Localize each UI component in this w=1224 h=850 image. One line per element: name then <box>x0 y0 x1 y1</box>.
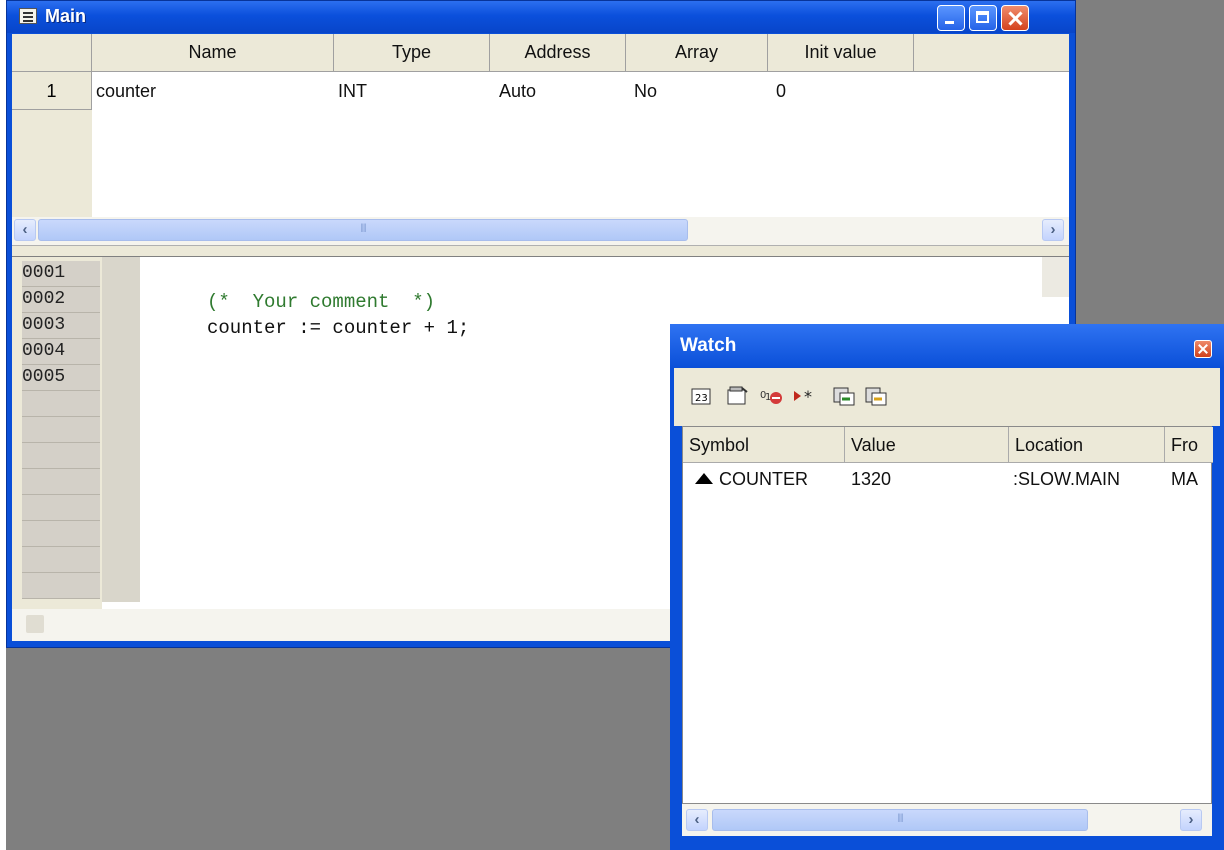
maximize-icon[interactable] <box>969 5 997 31</box>
breakpoint-column[interactable] <box>102 257 140 602</box>
window-icon <box>19 8 37 24</box>
column-header-init-value[interactable]: Init value <box>768 34 914 71</box>
column-header-empty <box>914 34 1069 71</box>
watch-title: Watch <box>680 335 737 356</box>
import-icon[interactable] <box>864 386 888 408</box>
column-header-address[interactable]: Address <box>490 34 626 71</box>
column-header-value[interactable]: Value <box>845 427 1009 462</box>
grid-header: Name Type Address Array Init value <box>12 34 1069 72</box>
cell-array[interactable]: No <box>630 72 657 110</box>
watch-symbol: COUNTER <box>719 469 808 489</box>
column-header-type[interactable]: Type <box>334 34 490 71</box>
column-header-symbol[interactable]: Symbol <box>683 427 845 462</box>
table-row[interactable]: 1 counter INT Auto No 0 <box>12 72 1069 110</box>
line-number: 0005 <box>22 365 100 391</box>
line-number-empty <box>22 417 100 443</box>
remove-watch-icon[interactable]: 01 <box>760 386 784 408</box>
splitter[interactable] <box>12 245 1069 257</box>
watch-location: :SLOW.MAIN <box>1013 469 1121 489</box>
watch-titlebar[interactable]: Watch <box>670 324 1224 368</box>
expand-triangle-icon[interactable] <box>695 473 713 484</box>
line-number-empty <box>22 391 100 417</box>
close-icon[interactable] <box>1194 340 1212 358</box>
main-title: Main <box>45 6 87 26</box>
properties-icon[interactable] <box>726 386 750 408</box>
column-header-location[interactable]: Location <box>1009 427 1165 462</box>
column-header-name[interactable]: Name <box>92 34 334 71</box>
variable-grid: Name Type Address Array Init value 1 cou… <box>12 34 1069 250</box>
scroll-left-icon[interactable] <box>26 615 44 633</box>
scroll-left-icon[interactable]: ‹ <box>14 219 36 241</box>
close-icon[interactable] <box>1001 5 1029 31</box>
line-number-empty <box>22 443 100 469</box>
grid-horizontal-scrollbar[interactable]: ‹ › <box>12 217 1069 245</box>
scroll-right-icon[interactable]: › <box>1180 809 1202 831</box>
line-number: 0001 <box>22 261 100 287</box>
column-header-array[interactable]: Array <box>626 34 768 71</box>
line-number-empty <box>22 469 100 495</box>
watch-list-header: Symbol Value Location Fro <box>683 427 1213 463</box>
cell-name[interactable]: counter <box>92 72 156 110</box>
minimize-icon[interactable] <box>937 5 965 31</box>
line-number-empty <box>22 573 100 599</box>
list-item[interactable]: COUNTER 1320 :SLOW.MAIN MA <box>683 463 1213 495</box>
line-number: 0002 <box>22 287 100 313</box>
column-header-from[interactable]: Fro <box>1165 427 1213 462</box>
cell-type[interactable]: INT <box>334 72 367 110</box>
scroll-left-icon[interactable]: ‹ <box>686 809 708 831</box>
scrollbar-thumb[interactable] <box>712 809 1088 831</box>
row-number[interactable]: 1 <box>12 72 92 110</box>
svg-text:*: * <box>804 387 812 406</box>
code-statement-line[interactable]: counter := counter + 1; <box>207 317 469 339</box>
scrollbar-thumb[interactable] <box>38 219 688 241</box>
editor-gutter: 0001 0002 0003 0004 0005 <box>12 257 102 609</box>
grid-corner <box>12 34 92 71</box>
editor-vertical-scrollbar[interactable] <box>1042 257 1069 297</box>
line-number-empty <box>22 521 100 547</box>
watch-window: Watch 23 01 * Symbol Value Location Fro <box>670 324 1224 850</box>
line-number: 0004 <box>22 339 100 365</box>
watch-value: 1320 <box>851 469 892 489</box>
goto-icon[interactable]: * <box>792 386 816 408</box>
main-titlebar[interactable]: Main <box>7 1 1075 33</box>
watch-toolbar: 23 01 * <box>674 368 1220 426</box>
export-icon[interactable] <box>832 386 856 408</box>
watch-add-icon[interactable]: 23 <box>690 386 714 408</box>
watch-list[interactable]: Symbol Value Location Fro COUNTER 1320 :… <box>682 426 1213 804</box>
line-number-empty <box>22 495 100 521</box>
cell-init-value[interactable]: 0 <box>772 72 786 110</box>
code-comment-line[interactable]: (* Your comment *) <box>207 291 435 313</box>
svg-text:23: 23 <box>695 393 708 404</box>
scroll-right-icon[interactable]: › <box>1042 219 1064 241</box>
line-number: 0003 <box>22 313 100 339</box>
line-number-empty <box>22 547 100 573</box>
watch-from: MA <box>1171 469 1198 489</box>
watch-horizontal-scrollbar[interactable]: ‹ › <box>682 804 1212 836</box>
cell-address[interactable]: Auto <box>495 72 536 110</box>
